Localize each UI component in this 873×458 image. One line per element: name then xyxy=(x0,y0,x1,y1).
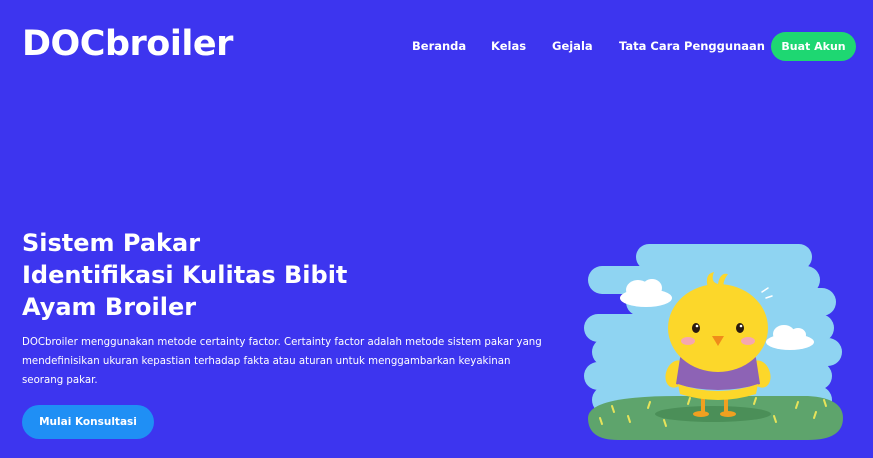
hero-title-line-1: Sistem Pakar xyxy=(22,229,201,257)
hero-description: DOCbroiler menggunakan metode certainty … xyxy=(22,337,542,386)
hero-title-line-3: Ayam Broiler xyxy=(22,293,197,321)
nav-tata-cara[interactable]: Tata Cara Penggunaan xyxy=(619,39,765,53)
nav-kelas[interactable]: Kelas xyxy=(491,39,526,53)
nav-beranda[interactable]: Beranda xyxy=(412,39,466,53)
start-consultation-button[interactable]: Mulai Konsultasi xyxy=(22,405,154,439)
hero-title-line-2: Identifikasi Kulitas Bibit xyxy=(22,261,348,289)
register-button[interactable]: Buat Akun xyxy=(771,32,856,61)
logo[interactable]: DOCbroiler xyxy=(22,22,233,66)
chick-mascot-icon xyxy=(584,244,843,440)
hero-title: Sistem Pakar Identifikasi Kulitas Bibit … xyxy=(22,227,442,323)
nav-gejala[interactable]: Gejala xyxy=(552,39,593,53)
